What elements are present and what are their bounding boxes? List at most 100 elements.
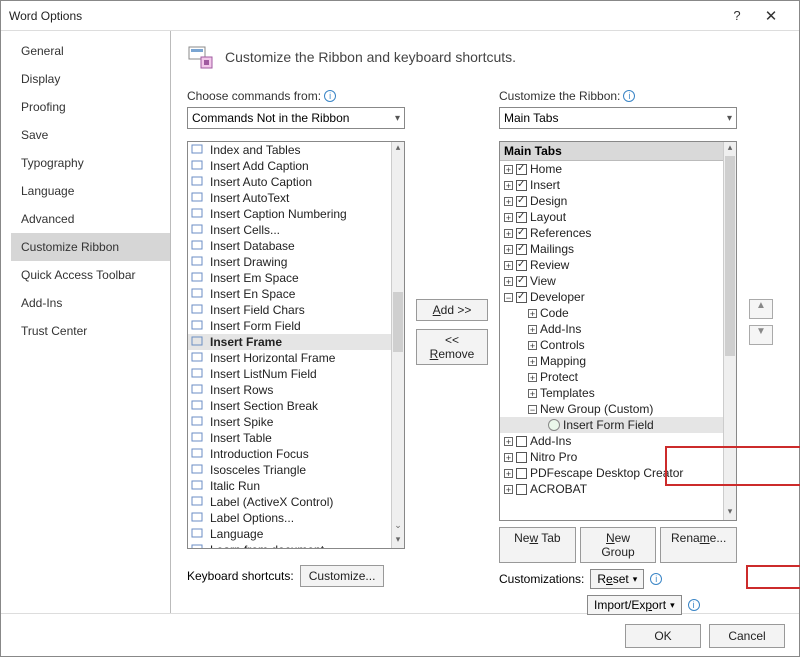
info-icon[interactable]: i	[688, 599, 700, 611]
tab-pdfescape-desktop-creator[interactable]: +PDFescape Desktop Creator	[500, 465, 723, 481]
customize-shortcuts-button[interactable]: Customize...	[300, 565, 385, 587]
sidebar-item-customize-ribbon[interactable]: Customize Ribbon	[11, 233, 170, 261]
scroll-up-icon[interactable]: ▴	[392, 142, 404, 156]
command-item[interactable]: Insert AutoText	[188, 190, 391, 206]
sidebar-item-typography[interactable]: Typography	[11, 149, 170, 177]
command-item[interactable]: Label Options...	[188, 510, 391, 526]
commands-listbox[interactable]: Index and TablesInsert Add CaptionInsert…	[187, 141, 405, 549]
command-item[interactable]: Insert Table	[188, 430, 391, 446]
move-down-button[interactable]: ▼	[749, 325, 773, 345]
tab-developer[interactable]: −Developer	[500, 289, 723, 305]
command-item[interactable]: Label (ActiveX Control)	[188, 494, 391, 510]
reset-dropdown[interactable]: Reset▾	[590, 569, 644, 589]
tab-nitro-pro[interactable]: +Nitro Pro	[500, 449, 723, 465]
sidebar-item-advanced[interactable]: Advanced	[11, 205, 170, 233]
command-icon	[190, 431, 206, 445]
import-export-dropdown[interactable]: Import/Export▾	[587, 595, 682, 615]
command-item[interactable]: Insert Frame	[188, 334, 391, 350]
move-up-button[interactable]: ▲	[749, 299, 773, 319]
info-icon[interactable]: i	[650, 573, 662, 585]
choose-commands-dropdown[interactable]: Commands Not in the Ribbon ▾	[187, 107, 405, 129]
tab-view[interactable]: +View	[500, 273, 723, 289]
command-item[interactable]: Insert Caption Numbering	[188, 206, 391, 222]
ribbon-tree[interactable]: Main Tabs+Home+Insert+Design+Layout+Refe…	[499, 141, 737, 521]
scrollbar[interactable]: ▴ ▾	[723, 142, 736, 520]
rename-button[interactable]: Rename...	[660, 527, 737, 563]
tab-add-ins[interactable]: +Add-Ins	[500, 433, 723, 449]
command-item[interactable]: Learn from document...	[188, 542, 391, 548]
sidebar-item-quick-access-toolbar[interactable]: Quick Access Toolbar	[11, 261, 170, 289]
close-button[interactable]: ✕	[751, 7, 791, 25]
group-templates[interactable]: +Templates	[500, 385, 723, 401]
command-label: Insert Frame	[210, 335, 282, 349]
sidebar-item-language[interactable]: Language	[11, 177, 170, 205]
group-code[interactable]: +Code	[500, 305, 723, 321]
new-group-button[interactable]: New Group	[580, 527, 657, 563]
scroll-thumb[interactable]	[725, 156, 735, 356]
tab-design[interactable]: +Design	[500, 193, 723, 209]
tab-home[interactable]: +Home	[500, 161, 723, 177]
command-item[interactable]: Insert Horizontal Frame	[188, 350, 391, 366]
sidebar-item-add-ins[interactable]: Add-Ins	[11, 289, 170, 317]
command-item[interactable]: Introduction Focus	[188, 446, 391, 462]
group-custom[interactable]: −New Group (Custom)	[500, 401, 723, 417]
scroll-thumb[interactable]	[393, 292, 403, 352]
command-item[interactable]: Insert Em Space	[188, 270, 391, 286]
command-item[interactable]: Insert Spike	[188, 414, 391, 430]
command-item[interactable]: Index and Tables	[188, 142, 391, 158]
info-icon[interactable]: i	[324, 90, 336, 102]
help-button[interactable]: ?	[723, 8, 751, 23]
group-protect[interactable]: +Protect	[500, 369, 723, 385]
command-icon	[190, 239, 206, 253]
sidebar-item-display[interactable]: Display	[11, 65, 170, 93]
command-item[interactable]: Insert Drawing	[188, 254, 391, 270]
sidebar-item-trust-center[interactable]: Trust Center	[11, 317, 170, 345]
tab-insert[interactable]: +Insert	[500, 177, 723, 193]
new-tab-button[interactable]: New Tab	[499, 527, 576, 563]
tab-acrobat[interactable]: +ACROBAT	[500, 481, 723, 497]
command-label: Language	[210, 527, 263, 541]
customize-ribbon-dropdown[interactable]: Main Tabs ▾	[499, 107, 737, 129]
command-label: Italic Run	[210, 479, 260, 493]
tab-mailings[interactable]: +Mailings	[500, 241, 723, 257]
command-item[interactable]: Insert Section Break	[188, 398, 391, 414]
command-item[interactable]: Insert Auto Caption	[188, 174, 391, 190]
command-label: Insert Database	[210, 239, 295, 253]
command-item[interactable]: Insert Form Field	[188, 318, 391, 334]
command-item[interactable]: Insert Field Chars	[188, 302, 391, 318]
command-label: Insert Section Break	[210, 399, 318, 413]
command-item[interactable]: Insert Cells...	[188, 222, 391, 238]
tab-review[interactable]: +Review	[500, 257, 723, 273]
command-item[interactable]: Italic Run	[188, 478, 391, 494]
scroll-up-icon[interactable]: ▴	[724, 142, 736, 156]
command-item[interactable]: Insert Add Caption	[188, 158, 391, 174]
scroll-down-icon[interactable]: ▾	[392, 534, 404, 548]
tab-references[interactable]: +References	[500, 225, 723, 241]
info-icon[interactable]: i	[623, 90, 635, 102]
command-item[interactable]: Isosceles Triangle	[188, 462, 391, 478]
command-item[interactable]: Insert Database	[188, 238, 391, 254]
group-controls[interactable]: +Controls	[500, 337, 723, 353]
group-add-ins[interactable]: +Add-Ins	[500, 321, 723, 337]
add-button[interactable]: Add >>	[416, 299, 488, 321]
command-label: Label (ActiveX Control)	[210, 495, 333, 509]
scroll-down-icon[interactable]: ▾	[724, 506, 736, 520]
sidebar-item-proofing[interactable]: Proofing	[11, 93, 170, 121]
command-label: Insert Horizontal Frame	[210, 351, 335, 365]
sidebar-item-general[interactable]: General	[11, 37, 170, 65]
language-dropdown-icon[interactable]: ⌄	[392, 520, 404, 534]
command-item[interactable]: Insert ListNum Field	[188, 366, 391, 382]
command-item[interactable]: Language	[188, 526, 391, 542]
cancel-button[interactable]: Cancel	[709, 624, 785, 648]
window-title: Word Options	[9, 9, 723, 23]
remove-button[interactable]: << Remove	[416, 329, 488, 365]
scrollbar[interactable]: ▴ ⌄ ▾	[391, 142, 404, 548]
custom-item-insert-form-field[interactable]: Insert Form Field	[500, 417, 723, 433]
ok-button[interactable]: OK	[625, 624, 701, 648]
sidebar-item-save[interactable]: Save	[11, 121, 170, 149]
command-icon	[190, 159, 206, 173]
command-item[interactable]: Insert En Space	[188, 286, 391, 302]
group-mapping[interactable]: +Mapping	[500, 353, 723, 369]
command-item[interactable]: Insert Rows	[188, 382, 391, 398]
tab-layout[interactable]: +Layout	[500, 209, 723, 225]
